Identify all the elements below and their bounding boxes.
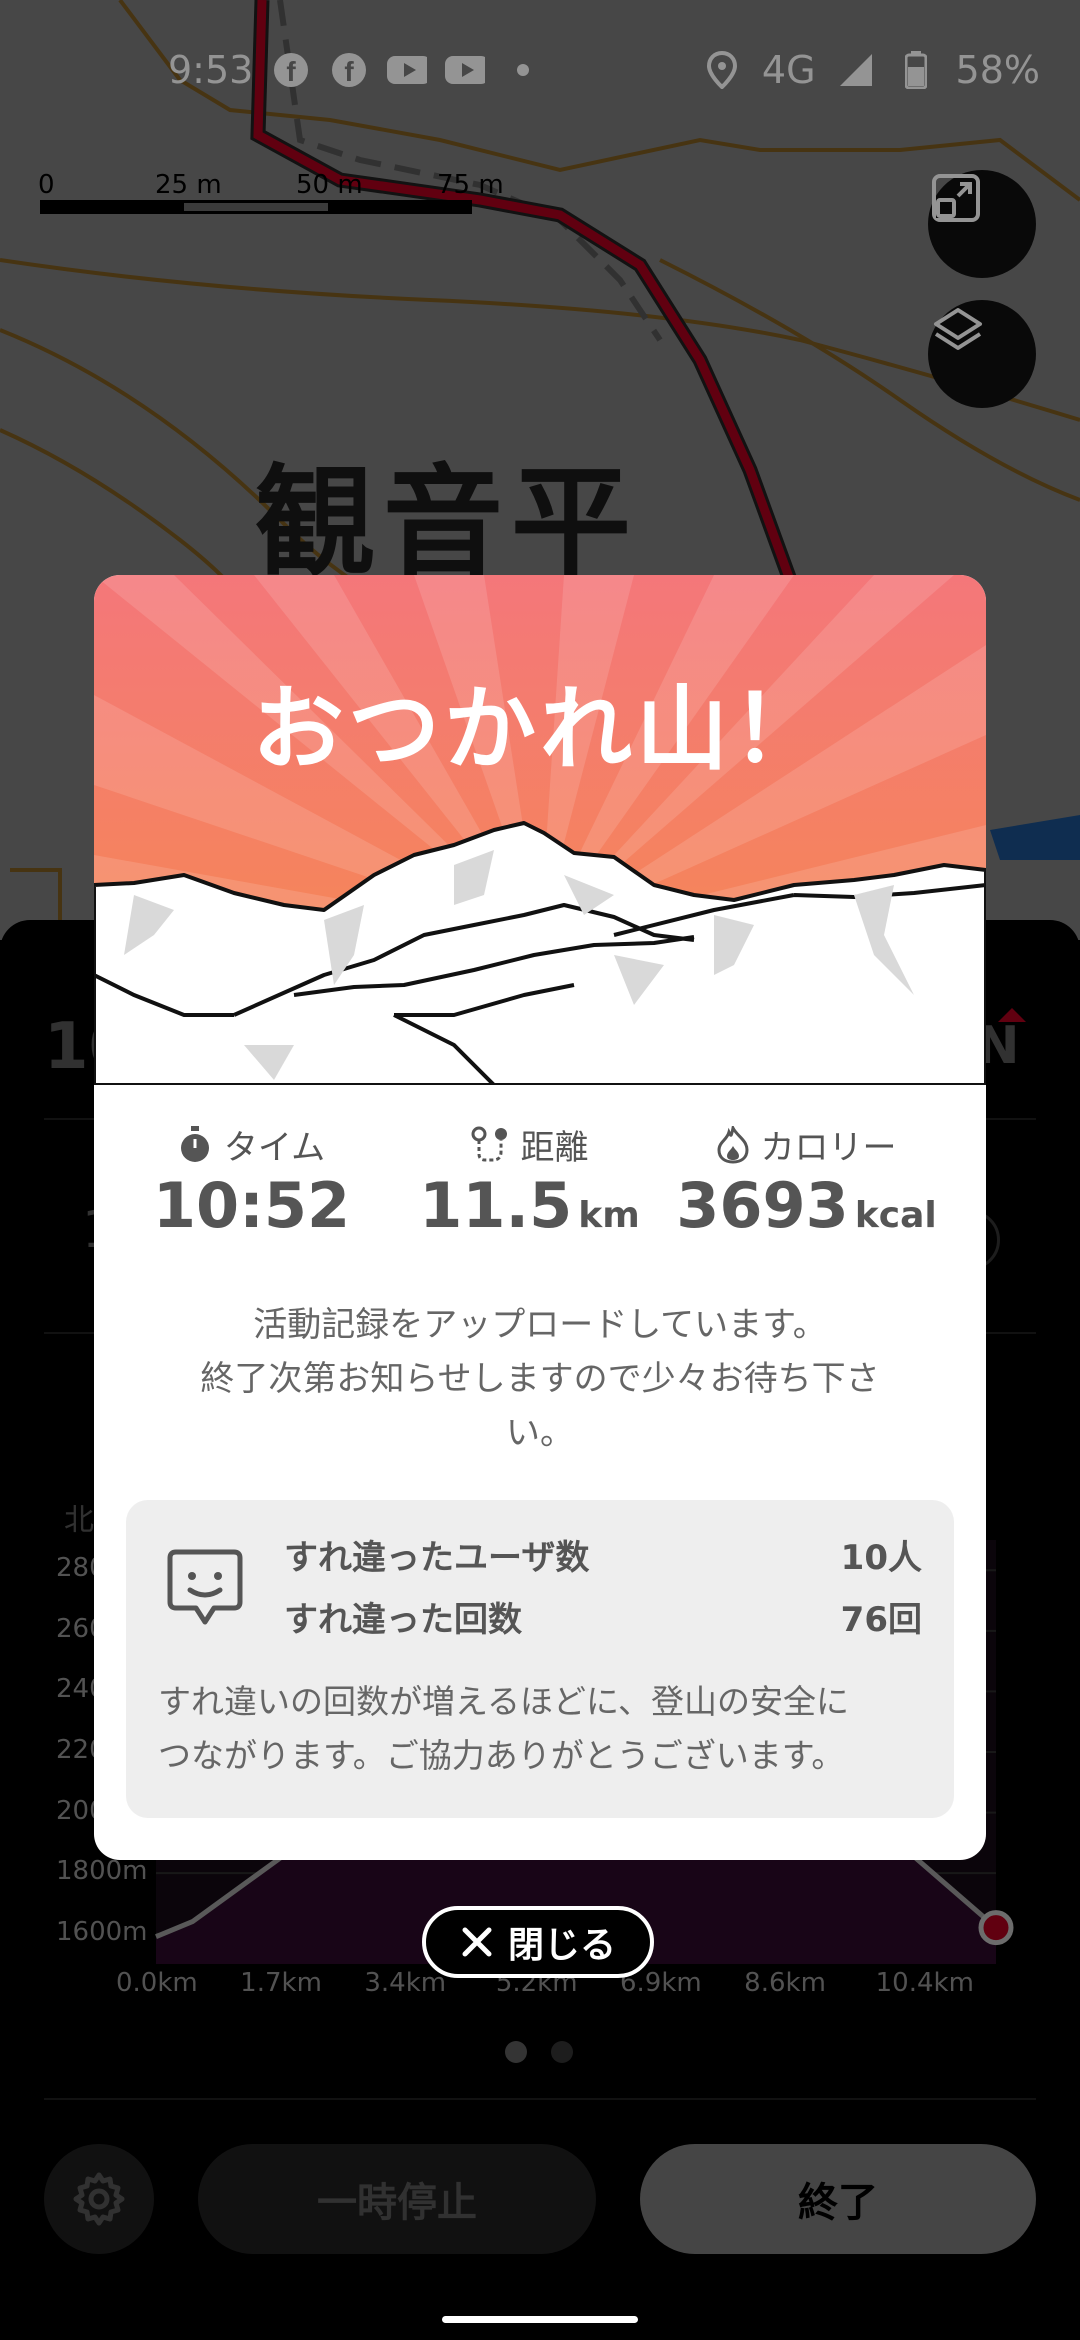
passed-users-label: すれ違ったユーザ数 [284, 1538, 590, 1578]
sunburst-illustration [94, 575, 986, 1085]
stat-distance: 距離 11.5 km [412, 1120, 647, 1242]
hero-banner: おつかれ山！ [94, 575, 986, 1085]
stat-distance-label-row: 距離 [412, 1120, 647, 1169]
encounter-device-icon [167, 1549, 243, 1625]
upload-message-line3: い。 [506, 1413, 574, 1453]
stat-calories-label-row: カロリー [664, 1120, 949, 1169]
stat-time-value: 10:52 [134, 1169, 369, 1242]
stopwatch-icon [180, 1125, 209, 1162]
upload-message-line1: 活動記録をアップロードしています。 [253, 1305, 827, 1345]
stat-time-number: 10:52 [152, 1169, 351, 1242]
stat-calories-number: 3693 [676, 1169, 849, 1242]
route-icon [471, 1126, 507, 1161]
encounter-note-line1: すれ違いの回数が増えるほどに、登山の安全に [158, 1682, 850, 1721]
home-indicator[interactable] [442, 2316, 638, 2323]
encounter-summary: すれ違ったユーザ数 10人 すれ違った回数 76回 すれ違いの回数が増えるほどに… [126, 1500, 954, 1818]
stat-distance-label: 距離 [520, 1128, 589, 1168]
stat-distance-value: 11.5 km [412, 1169, 647, 1242]
dialog-title: おつかれ山！ [251, 676, 828, 783]
stat-time-label-row: タイム [134, 1120, 369, 1169]
passed-count-label: すれ違った回数 [284, 1600, 522, 1640]
stat-calories-label: カロリー [760, 1128, 897, 1168]
stat-distance-unit: km [578, 1195, 640, 1236]
upload-message-line2: 終了次第お知らせしますので少々お待ち下さ [200, 1359, 880, 1399]
stat-time: タイム 10:52 [134, 1120, 369, 1242]
completion-dialog: おつかれ山！ タイム 10:52 距離 11.5 km カロリー 3693 kcal… [94, 575, 986, 1860]
close-dialog-button[interactable]: 閉じる [422, 1906, 654, 1978]
encounter-note-line2: つながります。ご協力ありがとうございます。 [158, 1736, 845, 1775]
stat-calories-value: 3693 kcal [664, 1169, 949, 1242]
stat-calories: カロリー 3693 kcal [664, 1120, 949, 1242]
stat-distance-number: 11.5 [419, 1169, 573, 1242]
passed-count-value: 76回 [840, 1600, 922, 1640]
flame-icon [716, 1125, 749, 1164]
close-icon [462, 1927, 492, 1957]
stat-calories-unit: kcal [854, 1195, 937, 1236]
stat-time-label: タイム [223, 1128, 326, 1168]
close-dialog-label: 閉じる [507, 1925, 616, 1966]
passed-users-value: 10人 [840, 1538, 922, 1578]
